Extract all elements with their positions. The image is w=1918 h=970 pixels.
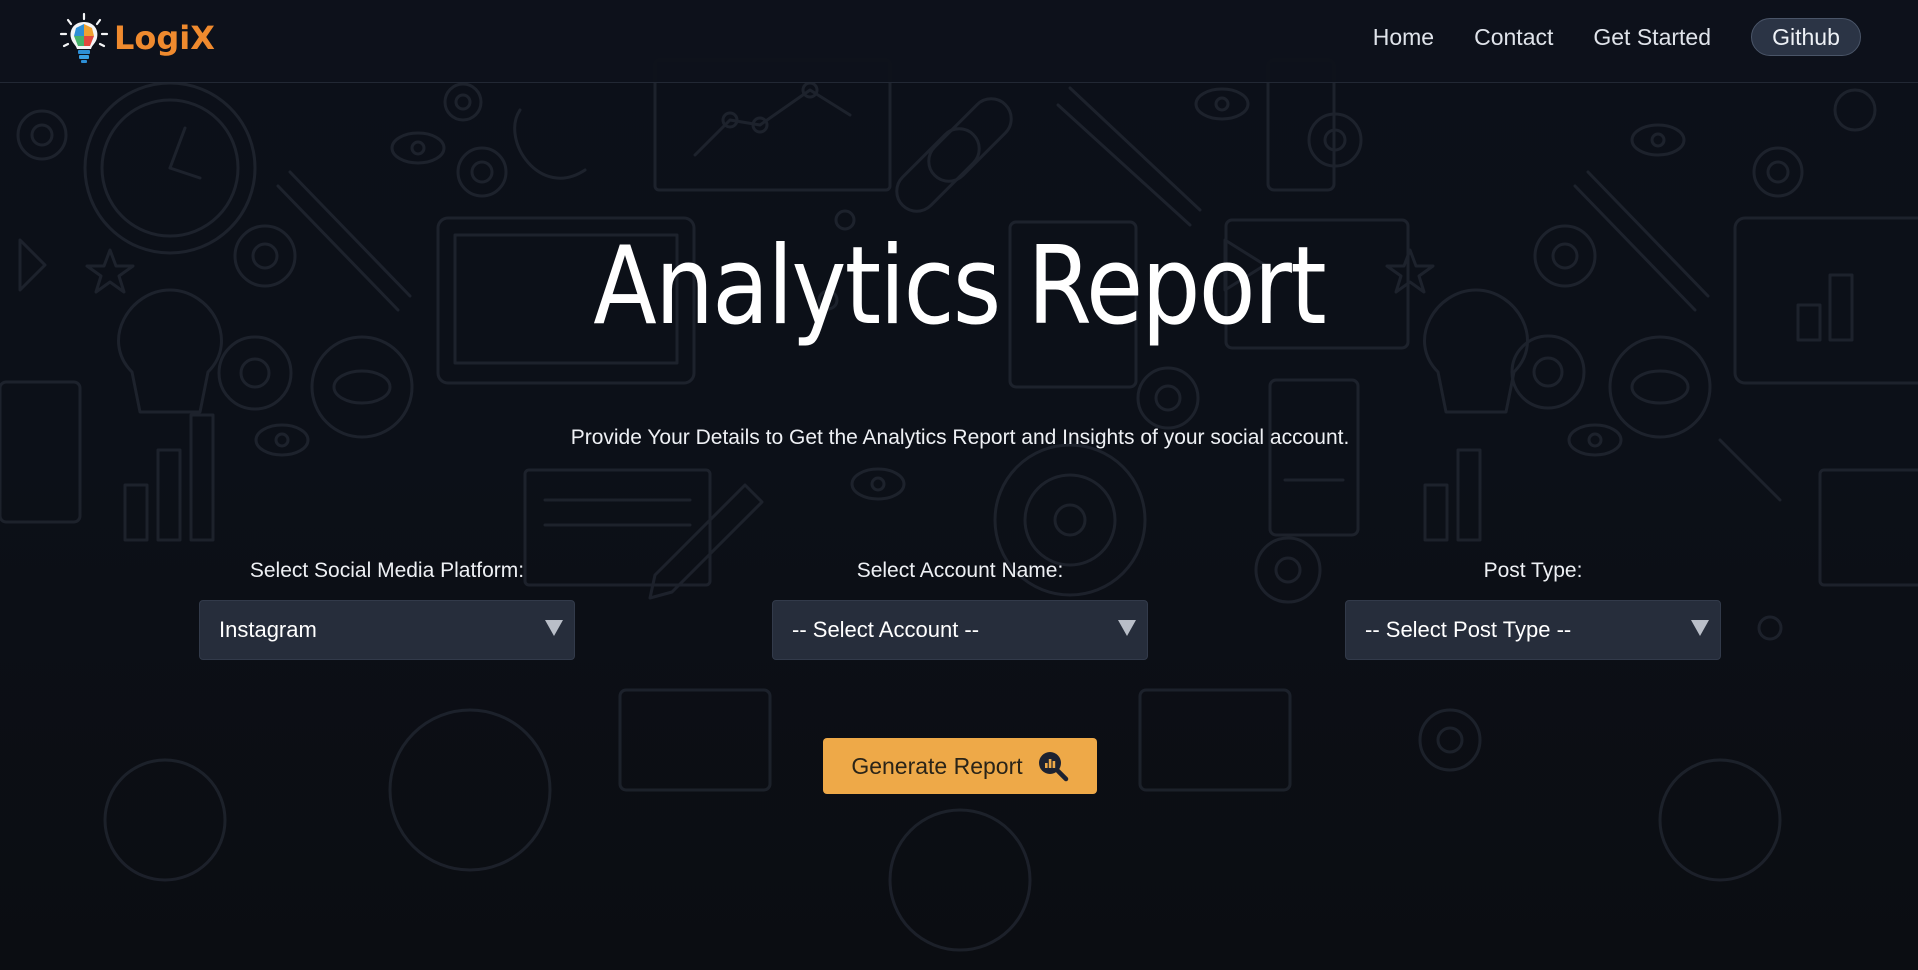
account-label: Select Account Name: xyxy=(856,559,1064,582)
post-type-label: Post Type: xyxy=(1483,559,1583,582)
nav-link-get-started[interactable]: Get Started xyxy=(1593,24,1711,51)
page-title: Analytics Report xyxy=(593,224,1326,349)
platform-field: Select Social Media Platform: Instagram xyxy=(199,558,575,660)
nav-link-home[interactable]: Home xyxy=(1373,24,1434,51)
account-select[interactable]: -- Select Account -- xyxy=(772,600,1148,660)
chart-magnifier-icon xyxy=(1038,752,1068,782)
platform-selected-value: Instagram xyxy=(219,617,317,642)
brand[interactable]: LogiX xyxy=(58,12,215,64)
account-selected-value: -- Select Account -- xyxy=(792,617,980,642)
page: LogiX Home Contact Get Started Github An… xyxy=(0,0,1918,970)
generate-report-button[interactable]: Generate Report xyxy=(823,738,1097,794)
post-type-select[interactable]: -- Select Post Type -- xyxy=(1345,600,1721,660)
post-type-field: Post Type: -- Select Post Type -- xyxy=(1345,558,1721,660)
account-field: Select Account Name: -- Select Account -… xyxy=(772,558,1148,660)
triangle-down-icon xyxy=(1691,620,1709,636)
platform-label: Select Social Media Platform: xyxy=(249,559,525,582)
navbar: LogiX Home Contact Get Started Github xyxy=(0,0,1918,83)
nav-link-contact[interactable]: Contact xyxy=(1474,24,1553,51)
background-pattern xyxy=(0,58,1918,952)
generate-report-label: Generate Report xyxy=(851,752,1023,779)
platform-select[interactable]: Instagram xyxy=(199,600,575,660)
brand-name: LogiX xyxy=(114,19,215,57)
post-type-selected-value: -- Select Post Type -- xyxy=(1365,617,1572,642)
lightbulb-logo-icon xyxy=(59,12,109,63)
nav-links: Home Contact Get Started Github xyxy=(1333,17,1861,57)
page-description: Provide Your Details to Get the Analytic… xyxy=(570,426,1350,449)
triangle-down-icon xyxy=(545,620,563,636)
github-button[interactable]: Github xyxy=(1751,18,1861,56)
triangle-down-icon xyxy=(1118,620,1136,636)
